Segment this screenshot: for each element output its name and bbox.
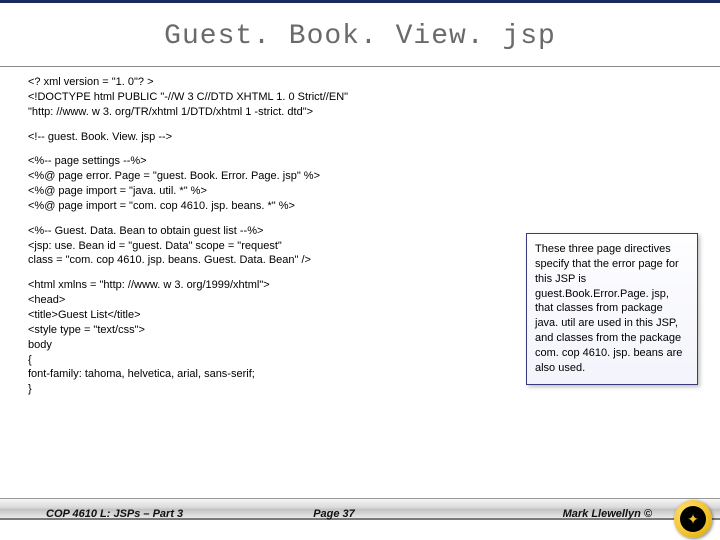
code-line: <!DOCTYPE html PUBLIC "-//W 3 C//DTD XHT… xyxy=(28,90,692,105)
code-line: <!-- guest. Book. View. jsp --> xyxy=(28,130,692,145)
code-line: <%-- page settings --%> xyxy=(28,154,692,169)
footer-right: Mark Llewellyn © xyxy=(385,508,652,520)
page-title: Guest. Book. View. jsp xyxy=(0,3,720,66)
code-line: <%@ page import = "com. cop 4610. jsp. b… xyxy=(28,199,692,214)
logo-inner: ✦ xyxy=(680,506,706,532)
content-area: <? xml version = "1. 0"? > <!DOCTYPE htm… xyxy=(0,73,720,498)
footer-left: COP 4610 L: JSPs – Part 3 xyxy=(46,508,313,520)
code-line: <? xml version = "1. 0"? > xyxy=(28,75,692,90)
title-divider xyxy=(0,66,720,67)
footer: COP 4610 L: JSPs – Part 3 Page 37 Mark L… xyxy=(0,498,720,540)
footer-text: COP 4610 L: JSPs – Part 3 Page 37 Mark L… xyxy=(0,498,720,540)
footer-page: Page 37 xyxy=(313,508,385,520)
code-line: <%@ page error. Page = "guest. Book. Err… xyxy=(28,169,692,184)
ucf-logo: ✦ xyxy=(674,500,712,538)
slide: Guest. Book. View. jsp <? xml version = … xyxy=(0,0,720,540)
pegasus-icon: ✦ xyxy=(687,512,699,526)
code-line: <%@ page import = "java. util. *" %> xyxy=(28,184,692,199)
code-line: "http: //www. w 3. org/TR/xhtml 1/DTD/xh… xyxy=(28,105,692,120)
callout-box: These three page directives specify that… xyxy=(526,233,698,385)
